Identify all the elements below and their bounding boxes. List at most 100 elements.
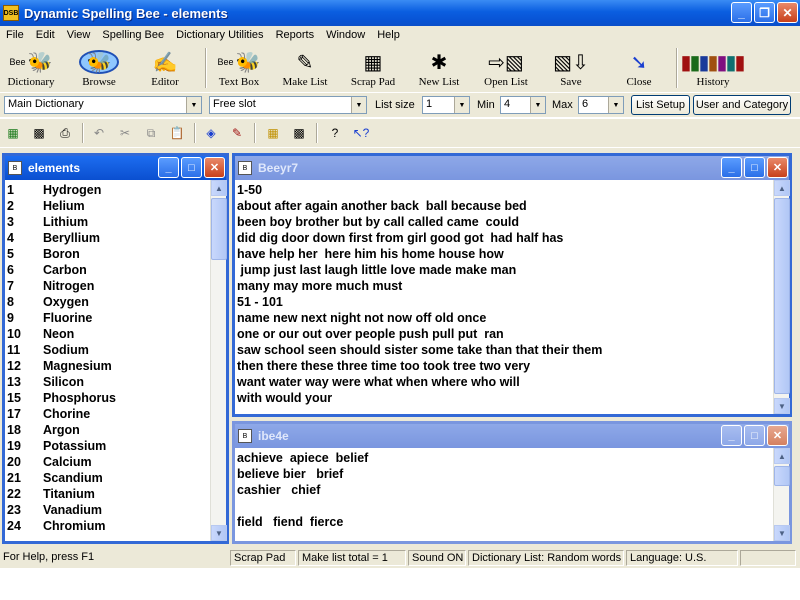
scroll-thumb[interactable] xyxy=(211,198,227,260)
slot-select[interactable]: Free slot ▼ xyxy=(209,96,367,114)
element-row[interactable]: 20 Calcium xyxy=(7,454,210,470)
dictionary-button[interactable]: Bee 🐝 Dictionary xyxy=(2,48,60,92)
vertical-scrollbar[interactable]: ▲ ▼ xyxy=(773,180,790,414)
paste-icon[interactable]: 📋 xyxy=(168,124,186,142)
element-row[interactable]: 11 Sodium xyxy=(7,342,210,358)
scrap-pad-button[interactable]: ▦ Scrap Pad xyxy=(346,48,400,92)
max-select[interactable]: 6 ▼ xyxy=(578,96,624,114)
element-row[interactable]: 1 Hydrogen xyxy=(7,182,210,198)
list-setup-button[interactable]: List Setup xyxy=(631,95,690,115)
scroll-up-icon[interactable]: ▲ xyxy=(774,448,790,464)
beeyr7-titlebar[interactable]: B Beeyr7 _ □ ✕ xyxy=(235,156,789,180)
cut-icon[interactable]: ✂ xyxy=(116,124,134,142)
element-row[interactable]: 23 Vanadium xyxy=(7,502,210,518)
element-row[interactable]: 18 Argon xyxy=(7,422,210,438)
menu-reports[interactable]: Reports xyxy=(270,29,321,41)
menu-spelling-bee[interactable]: Spelling Bee xyxy=(96,29,170,41)
menu-help[interactable]: Help xyxy=(371,29,406,41)
vertical-scrollbar[interactable]: ▲ ▼ xyxy=(210,180,227,541)
copy-icon[interactable]: ⧉ xyxy=(142,124,160,142)
chevron-down-icon[interactable]: ▼ xyxy=(351,97,366,113)
app-icon[interactable]: DSB xyxy=(3,5,19,21)
save-button[interactable]: ▧⇩ Save xyxy=(546,48,596,92)
menu-file[interactable]: File xyxy=(0,29,30,41)
menu-window[interactable]: Window xyxy=(320,29,371,41)
scroll-up-icon[interactable]: ▲ xyxy=(211,180,227,196)
element-row[interactable]: 9 Fluorine xyxy=(7,310,210,326)
close-button[interactable]: ✕ xyxy=(767,425,788,446)
menu-view[interactable]: View xyxy=(61,29,97,41)
maximize-button[interactable]: □ xyxy=(744,425,765,446)
scroll-down-icon[interactable]: ▼ xyxy=(211,525,227,541)
ibe4e-text[interactable]: achieve apiece belief believe bier brief c… xyxy=(235,448,773,541)
element-row[interactable]: 24 Chromium xyxy=(7,518,210,534)
element-row[interactable]: 17 Chorine xyxy=(7,406,210,422)
list-size-select[interactable]: 1 ▼ xyxy=(422,96,470,114)
chevron-down-icon[interactable]: ▼ xyxy=(186,97,201,113)
beeyr7-text[interactable]: 1-50 about after again another back ball … xyxy=(235,180,773,414)
table-grid-icon[interactable]: ▩ xyxy=(290,124,308,142)
close-button[interactable]: ✕ xyxy=(777,2,798,23)
new-list-button[interactable]: ✱ New List xyxy=(414,48,464,92)
dictionary-select[interactable]: Main Dictionary ▼ xyxy=(4,96,202,114)
element-row[interactable]: 15 Phosphorus xyxy=(7,390,210,406)
open-list-button[interactable]: ⇨▧ Open List xyxy=(478,48,534,92)
menu-dictionary-utilities[interactable]: Dictionary Utilities xyxy=(170,29,269,41)
close-button[interactable]: ✕ xyxy=(767,157,788,178)
restore-button[interactable]: ❐ xyxy=(754,2,775,23)
scroll-thumb[interactable] xyxy=(774,198,790,394)
element-row[interactable]: 13 Silicon xyxy=(7,374,210,390)
vertical-scrollbar[interactable]: ▲ ▼ xyxy=(773,448,790,541)
element-row[interactable]: 8 Oxygen xyxy=(7,294,210,310)
element-row[interactable]: 19 Potassium xyxy=(7,438,210,454)
close-list-button[interactable]: ➘ Close xyxy=(614,48,664,92)
scroll-down-icon[interactable]: ▼ xyxy=(774,525,790,541)
elements-list[interactable]: 1 Hydrogen 2 Helium 3 Lithium 4 Beryllium 5 Boron… xyxy=(5,180,210,541)
text-box-button[interactable]: Bee 🐝 Text Box xyxy=(210,48,268,92)
chevron-down-icon[interactable]: ▼ xyxy=(530,97,545,113)
grid-green-icon[interactable]: ▦ xyxy=(4,124,22,142)
min-select[interactable]: 4 ▼ xyxy=(500,96,546,114)
undo-icon[interactable]: ↶ xyxy=(90,124,108,142)
chevron-down-icon[interactable]: ▼ xyxy=(454,97,469,113)
chevron-down-icon[interactable]: ▼ xyxy=(608,97,623,113)
element-row[interactable]: 22 Titanium xyxy=(7,486,210,502)
maximize-button[interactable]: □ xyxy=(181,157,202,178)
history-button[interactable]: ▮ ▮ ▮ ▮ ▮ ▮ ▮ History xyxy=(680,48,745,92)
element-row[interactable]: 5 Boron xyxy=(7,246,210,262)
yellow-grid-icon[interactable]: ▦ xyxy=(264,124,282,142)
close-button[interactable]: ✕ xyxy=(204,157,225,178)
element-row[interactable]: 21 Scandium xyxy=(7,470,210,486)
minimize-button[interactable]: _ xyxy=(731,2,752,23)
browse-button[interactable]: 🐝 Browse xyxy=(70,48,128,92)
element-row[interactable]: 3 Lithium xyxy=(7,214,210,230)
make-list-button[interactable]: ✎ Make List xyxy=(278,48,332,92)
element-row[interactable]: 12 Magnesium xyxy=(7,358,210,374)
element-row[interactable]: 10 Neon xyxy=(7,326,210,342)
element-row[interactable]: 2 Helium xyxy=(7,198,210,214)
element-row[interactable]: 7 Nitrogen xyxy=(7,278,210,294)
minimize-button[interactable]: _ xyxy=(158,157,179,178)
beeyr7-window[interactable]: B Beeyr7 _ □ ✕ 1-50 about after again ano… xyxy=(232,153,792,417)
help-icon[interactable]: ? xyxy=(326,124,344,142)
element-row[interactable]: 6 Carbon xyxy=(7,262,210,278)
menu-edit[interactable]: Edit xyxy=(30,29,61,41)
context-help-icon[interactable]: ↖? xyxy=(352,124,370,142)
minimize-button[interactable]: _ xyxy=(721,157,742,178)
element-row[interactable]: 4 Beryllium xyxy=(7,230,210,246)
minimize-button[interactable]: _ xyxy=(721,425,742,446)
elements-window[interactable]: B elements _ □ ✕ 1 Hydrogen 2 Helium 3 Lithiu… xyxy=(2,153,229,544)
scroll-up-icon[interactable]: ▲ xyxy=(774,180,790,196)
editor-button[interactable]: ✍ Editor xyxy=(140,48,190,92)
maximize-button[interactable]: □ xyxy=(744,157,765,178)
scroll-thumb[interactable] xyxy=(774,466,790,486)
user-category-button[interactable]: User and Category xyxy=(693,95,791,115)
print-icon[interactable]: ⎙ xyxy=(56,124,74,142)
elements-titlebar[interactable]: B elements _ □ ✕ xyxy=(5,156,226,180)
ibe4e-window[interactable]: B ibe4e _ □ ✕ achieve apiece belief belie… xyxy=(232,421,792,544)
dotted-grid-icon[interactable]: ▩ xyxy=(30,124,48,142)
scroll-down-icon[interactable]: ▼ xyxy=(774,398,790,414)
ibe4e-titlebar[interactable]: B ibe4e _ □ ✕ xyxy=(235,424,789,448)
edit-mark-icon[interactable]: ✎ xyxy=(228,124,246,142)
fill-icon[interactable]: ◈ xyxy=(202,124,220,142)
